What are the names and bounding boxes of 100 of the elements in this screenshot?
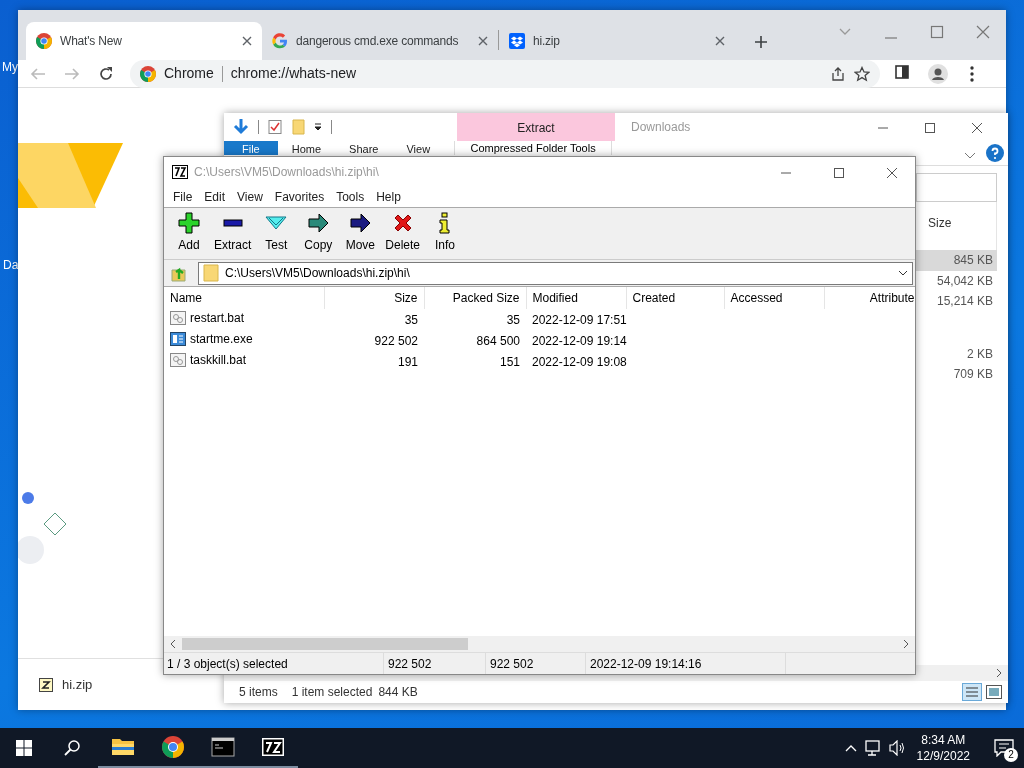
google-icon: [272, 33, 288, 49]
archive-icon: [38, 676, 54, 693]
window-title: C:\Users\VM5\Downloads\hi.zip\hi\: [194, 164, 379, 181]
back-icon: [30, 65, 46, 82]
table-cell: 151: [499, 354, 520, 369]
site-label: Chrome: [164, 64, 214, 83]
caret-icon[interactable]: [898, 268, 908, 278]
column-header[interactable]: Modified: [526, 287, 626, 309]
column-header[interactable]: Attribute: [824, 287, 915, 309]
menu-item[interactable]: Favorites: [268, 187, 331, 207]
search-field[interactable]: [916, 173, 997, 202]
search-icon: [64, 740, 80, 756]
ribbon-tab[interactable]: Share: [335, 141, 393, 155]
box-icon: [509, 33, 525, 49]
status-text: 922 502: [388, 655, 432, 673]
toolbar-button[interactable]: Copy: [297, 208, 340, 259]
toolbar-button[interactable]: Info: [424, 208, 467, 259]
close-icon: [885, 166, 898, 179]
network-icon[interactable]: [864, 740, 883, 756]
toolbar-button[interactable]: Delete: [381, 208, 425, 259]
browser-tab[interactable]: hi.zip: [499, 22, 735, 60]
column-header[interactable]: Name: [164, 287, 324, 309]
script-icon: [170, 353, 186, 367]
column-header[interactable]: Created: [626, 287, 724, 309]
notification-icon: [994, 739, 1014, 757]
caret-icon[interactable]: [313, 122, 323, 132]
clock[interactable]: 8:34 AM 12/9/2022: [916, 732, 970, 764]
maximize-icon: [930, 25, 944, 40]
minimize-icon: [884, 37, 898, 40]
chrome-icon: [161, 735, 185, 759]
volume-icon[interactable]: [888, 740, 907, 756]
table-cell: 864 500: [476, 333, 520, 348]
notifications-button[interactable]: 2: [984, 728, 1024, 768]
column-header[interactable]: Size: [324, 287, 424, 309]
table-cell-text: 15,214 KB: [935, 293, 994, 310]
menu-item[interactable]: File: [167, 187, 199, 207]
scrollbar-thumb[interactable]: [182, 638, 468, 650]
path-field[interactable]: C:\Users\VM5\Downloads\hi.zip\hi\: [198, 261, 913, 285]
menu-item[interactable]: Help: [370, 187, 407, 207]
status-text: 1 item selected: [291, 684, 373, 701]
add-icon: [178, 212, 200, 234]
profile-button[interactable]: [928, 63, 948, 84]
toolbar-button[interactable]: Move: [339, 208, 382, 259]
toolbar-button[interactable]: Test: [255, 208, 298, 259]
toolbar-button[interactable]: Add: [168, 208, 210, 259]
browser-tab[interactable]: What's New: [26, 22, 262, 60]
contextual-group-label: Compressed Folder Tools: [454, 141, 613, 155]
plus-icon: [754, 35, 768, 49]
table-cell: 191: [397, 354, 418, 369]
close-icon[interactable]: [242, 36, 252, 46]
browser-tab[interactable]: dangerous cmd.exe commands: [262, 22, 498, 60]
ribbon-tab[interactable]: View: [392, 141, 445, 155]
menu-item[interactable]: View: [231, 187, 269, 207]
program-icon: [170, 332, 186, 346]
ribbon-tab[interactable]: Home: [277, 141, 336, 155]
close-icon[interactable]: [478, 36, 488, 46]
download-file-name: hi.zip: [62, 675, 93, 694]
download-icon: [232, 118, 250, 136]
close-icon: [976, 25, 990, 40]
contextual-tab[interactable]: Extract: [457, 113, 615, 141]
column-header[interactable]: Packed Size: [424, 287, 526, 309]
toolbar-button[interactable]: Extract: [210, 208, 256, 259]
url-text: chrome://whats-new: [230, 64, 358, 83]
star-icon[interactable]: [854, 65, 870, 82]
desktop-icon-label[interactable]: My: [2, 58, 18, 76]
path-text: C:\Users\VM5\Downloads\hi.zip\hi\: [225, 265, 411, 282]
table-cell: 2022-12-09 17:51: [532, 312, 627, 327]
table-cell: 35: [404, 312, 418, 327]
menu-icon: [970, 65, 974, 82]
ribbon-tab[interactable]: File: [224, 141, 278, 155]
preview-view-icon[interactable]: [986, 685, 1002, 699]
copy-arrow-icon: [307, 212, 330, 234]
download-item[interactable]: hi.zip: [38, 674, 93, 695]
help-icon[interactable]: [986, 144, 1004, 162]
move-arrow-icon: [349, 212, 372, 234]
menu-item[interactable]: Edit: [198, 187, 232, 207]
status-text: 5 items: [239, 684, 278, 701]
chevron-up-icon[interactable]: [844, 744, 857, 752]
share-icon[interactable]: [830, 65, 846, 82]
notification-count: 2: [1004, 748, 1018, 762]
status-text: 922 502: [490, 655, 534, 673]
status-text: 2022-12-09 19:14:16: [590, 655, 702, 673]
table-cell: 922 502: [374, 333, 418, 348]
menu-item[interactable]: Tools: [330, 187, 371, 207]
archive-app-icon: [261, 735, 285, 759]
avatar-icon: [928, 63, 948, 84]
chrome-icon: [36, 33, 52, 49]
file-name: restart.bat: [170, 309, 245, 327]
folder-icon: [203, 264, 219, 282]
close-icon[interactable]: [715, 36, 725, 46]
table-cell: 2022-12-09 19:14: [532, 333, 627, 348]
maximize-icon: [832, 166, 845, 179]
windows-icon: [16, 740, 32, 756]
desktop-icon-label[interactable]: Da: [3, 256, 19, 274]
column-header[interactable]: Accessed: [724, 287, 824, 309]
table-cell-text: 54,042 KB: [935, 272, 994, 290]
script-icon: [170, 311, 186, 325]
reload-icon: [98, 65, 114, 82]
address-bar[interactable]: Chrome chrome://whats-new: [130, 59, 880, 88]
properties-icon[interactable]: [267, 119, 283, 135]
